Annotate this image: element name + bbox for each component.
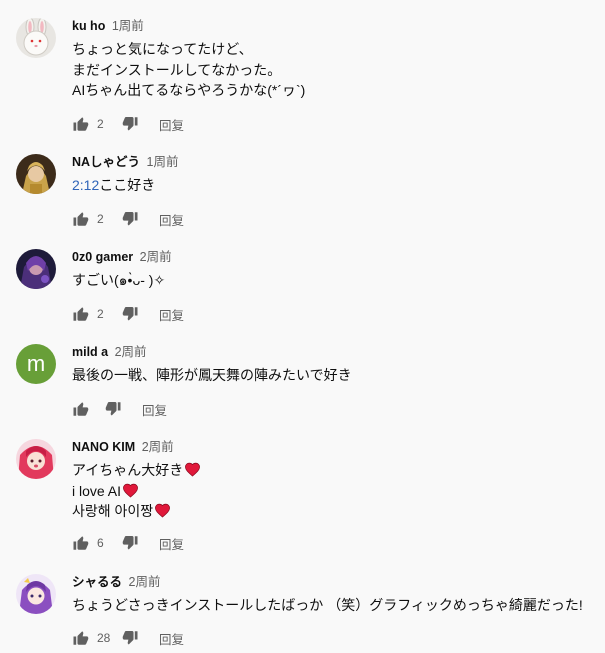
- comment-text: ちょっと気になってたけど、 まだインストールしてなかった。 AIちゃん出てるなら…: [72, 39, 601, 101]
- heart-icon: [154, 502, 171, 519]
- reply-button[interactable]: 回复: [159, 115, 184, 134]
- timestamp-link[interactable]: 2:12: [72, 177, 99, 193]
- comment-header: ku ho 1周前: [72, 18, 601, 34]
- comment-time[interactable]: 2周前: [129, 575, 161, 589]
- avatar[interactable]: [16, 18, 56, 58]
- thumb-down-icon: [121, 115, 139, 133]
- thumb-down-icon: [121, 305, 139, 323]
- comment-line: すごい(๑•̀ᴗ- )✧: [72, 272, 166, 288]
- comment-line: まだインストールしてなかった。: [72, 61, 282, 78]
- comment-text: 2:12ここ好き: [72, 175, 601, 196]
- thumb-up-icon: [72, 534, 90, 552]
- avatar[interactable]: [16, 574, 56, 614]
- dislike-button[interactable]: [121, 210, 139, 228]
- dark-character-avatar-icon: [16, 249, 56, 289]
- comment-actions: 6 回复: [72, 531, 184, 555]
- thumb-down-icon: [104, 400, 122, 418]
- like-button[interactable]: [72, 305, 90, 323]
- comment-header: NANO KIM 2周前: [72, 439, 601, 455]
- comment-header: 0z0 gamer 2周前: [72, 249, 601, 265]
- reply-button[interactable]: 回复: [159, 629, 184, 648]
- avatar[interactable]: m: [16, 344, 56, 384]
- reply-button[interactable]: 回复: [159, 534, 184, 553]
- reply-button[interactable]: 回复: [159, 305, 184, 324]
- comment-header: NAしゃどう 1周前: [72, 154, 601, 170]
- comment-list: ku ho 1周前 ちょっと気になってたけど、 まだインストールしてなかった。 …: [0, 0, 605, 653]
- thumb-down-icon: [121, 534, 139, 552]
- like-button[interactable]: [72, 400, 90, 418]
- comment-time[interactable]: 2周前: [115, 345, 147, 359]
- comment-header: シャるる 2周前: [72, 574, 601, 590]
- comment-line: 사랑해 아이짱: [72, 503, 154, 519]
- avatar[interactable]: [16, 249, 56, 289]
- comment-text: ちょうどさっきインストールしたばっか （笑）グラフィックめっちゃ綺麗だった!: [72, 595, 601, 616]
- pink-character-avatar-icon: [16, 439, 56, 479]
- like-button[interactable]: [72, 629, 90, 647]
- heart-icon: [184, 461, 201, 478]
- author-name[interactable]: シャるる: [72, 575, 122, 589]
- comment-time[interactable]: 1周前: [112, 19, 144, 33]
- like-count: 2: [97, 307, 104, 321]
- avatar[interactable]: [16, 439, 56, 479]
- comment-time[interactable]: 2周前: [142, 440, 174, 454]
- thumb-down-icon: [121, 629, 139, 647]
- rabbit-avatar-icon: [16, 18, 56, 58]
- reply-button[interactable]: 回复: [142, 400, 167, 419]
- avatar[interactable]: [16, 154, 56, 194]
- comment-text: 最後の一戦、陣形が鳳天舞の陣みたいで好き: [72, 365, 601, 386]
- comment-line: 最後の一戦、陣形が鳳天舞の陣みたいで好き: [72, 367, 352, 383]
- like-count: 2: [97, 117, 104, 131]
- comment-time[interactable]: 2周前: [140, 250, 172, 264]
- comment-actions: 2 回复: [72, 207, 184, 231]
- comment-line: ここ好き: [99, 177, 156, 193]
- like-button[interactable]: [72, 210, 90, 228]
- comment-line: ちょうどさっきインストールしたばっか （笑）グラフィックめっちゃ綺麗だった!: [72, 597, 583, 613]
- comment-time[interactable]: 1周前: [147, 155, 179, 169]
- avatar-letter: m: [26, 351, 46, 376]
- purple-character-avatar-icon: [16, 574, 56, 614]
- heart-icon: [122, 482, 139, 499]
- thumb-up-icon: [72, 210, 90, 228]
- dislike-button[interactable]: [121, 629, 139, 647]
- comment-text: すごい(๑•̀ᴗ- )✧: [72, 270, 601, 291]
- comment-line: i love AI: [72, 482, 122, 499]
- comment-line: アイちゃん大好き: [72, 462, 184, 478]
- comment-line: AIちゃん出てるならやろうかな(*´ヮ`): [72, 82, 306, 98]
- like-count: 6: [97, 536, 104, 550]
- thumb-up-icon: [72, 629, 90, 647]
- dislike-button[interactable]: [104, 400, 122, 418]
- comment-text: アイちゃん大好き i love AI 사랑해 아이짱: [72, 460, 601, 522]
- comment-header: mild a 2周前: [72, 344, 601, 360]
- like-count: 2: [97, 212, 104, 226]
- author-name[interactable]: 0z0 gamer: [72, 250, 133, 264]
- thumb-down-icon: [121, 210, 139, 228]
- dislike-button[interactable]: [121, 115, 139, 133]
- dislike-button[interactable]: [121, 305, 139, 323]
- author-name[interactable]: NANO KIM: [72, 440, 135, 454]
- thumb-up-icon: [72, 115, 90, 133]
- author-name[interactable]: ku ho: [72, 19, 105, 33]
- thumb-up-icon: [72, 305, 90, 323]
- reply-button[interactable]: 回复: [159, 210, 184, 229]
- comment-actions: 2 回复: [72, 302, 184, 326]
- author-name[interactable]: mild a: [72, 345, 108, 359]
- comment-actions: 回复: [72, 397, 167, 421]
- like-count: 28: [97, 631, 111, 645]
- gold-character-avatar-icon: [16, 154, 56, 194]
- comment-line: ちょっと気になってたけど、: [72, 41, 253, 57]
- thumb-up-icon: [72, 400, 90, 418]
- comment-actions: 2 回复: [72, 112, 184, 136]
- like-button[interactable]: [72, 115, 90, 133]
- author-name[interactable]: NAしゃどう: [72, 155, 140, 169]
- dislike-button[interactable]: [121, 534, 139, 552]
- like-button[interactable]: [72, 534, 90, 552]
- comment-actions: 28 回复: [72, 626, 184, 650]
